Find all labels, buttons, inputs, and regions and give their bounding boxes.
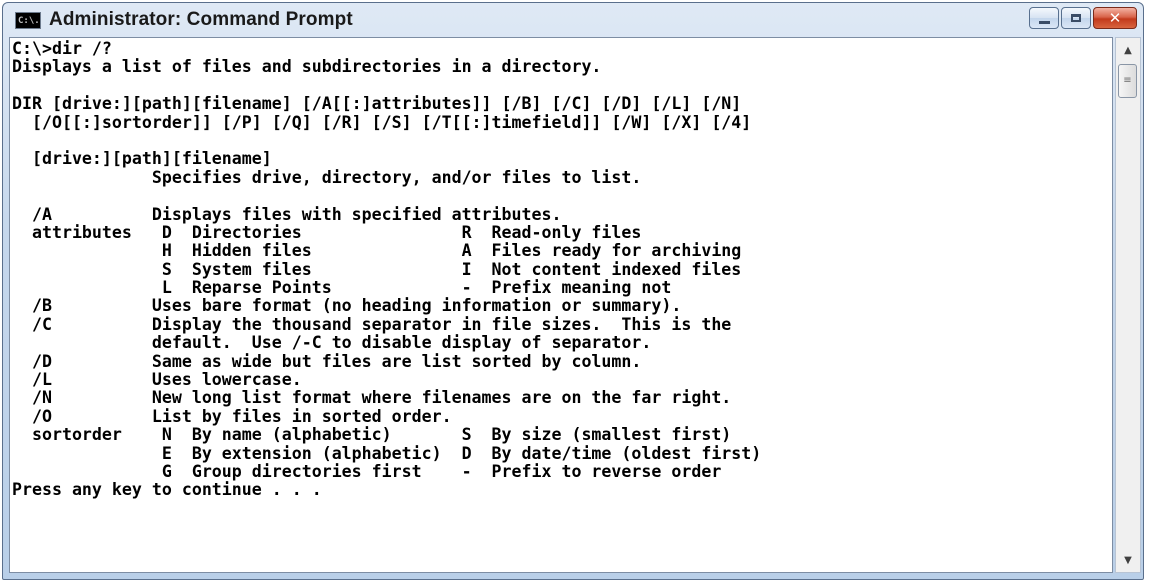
console-line: attributes D Directories R Read-only fil…	[12, 222, 642, 242]
console-line: G Group directories first - Prefix to re…	[12, 461, 722, 481]
console-line: S System files I Not content indexed fil…	[12, 259, 742, 279]
minimize-button[interactable]	[1029, 7, 1059, 29]
vertical-scrollbar[interactable]: ▲ ≡ ▼	[1115, 37, 1141, 573]
console-line: DIR [drive:][path][filename] [/A[[:]attr…	[12, 94, 742, 114]
scroll-thumb[interactable]: ≡	[1118, 64, 1137, 98]
console-line: /C Display the thousand separator in fil…	[12, 314, 732, 334]
console-line: /O List by files in sorted order.	[12, 406, 452, 426]
minimize-icon	[1038, 20, 1050, 24]
console-line: /D Same as wide but files are list sorte…	[12, 351, 642, 371]
console-line: sortorder N By name (alphabetic) S By si…	[12, 425, 732, 445]
close-button[interactable]: ✕	[1093, 7, 1137, 29]
console-text: C:\>dir /? Displays a list of files and s…	[10, 38, 1112, 500]
console-line: L Reparse Points - Prefix meaning not	[12, 278, 672, 298]
console-output[interactable]: C:\>dir /? Displays a list of files and s…	[9, 37, 1113, 573]
console-line: H Hidden files A Files ready for archivi…	[12, 241, 742, 261]
window-controls: ✕	[1029, 7, 1137, 29]
console-line: default. Use /-C to disable display of s…	[12, 333, 652, 353]
maximize-button[interactable]	[1061, 7, 1091, 29]
title-bar[interactable]: C:\. Administrator: Command Prompt ✕	[3, 3, 1143, 37]
console-line: /L Uses lowercase.	[12, 370, 302, 390]
console-line: Specifies drive, directory, and/or files…	[12, 167, 642, 187]
console-line: [/O[[:]sortorder]] [/P] [/Q] [/R] [/S] […	[12, 112, 752, 132]
scroll-down-arrow-icon[interactable]: ▼	[1116, 548, 1140, 572]
console-line: /A Displays files with specified attribu…	[12, 204, 562, 224]
window-title: Administrator: Command Prompt	[49, 9, 353, 30]
console-line: [drive:][path][filename]	[12, 149, 272, 169]
console-line: /N New long list format where filenames …	[12, 388, 732, 408]
console-line: /B Uses bare format (no heading informat…	[12, 296, 682, 316]
console-line: E By extension (alphabetic) D By date/ti…	[12, 443, 762, 463]
grip-icon: ≡	[1123, 75, 1132, 86]
scroll-up-arrow-icon[interactable]: ▲	[1116, 38, 1140, 62]
console-line: Press any key to continue . . .	[12, 480, 322, 500]
command-prompt-window: C:\. Administrator: Command Prompt ✕ C:\…	[2, 2, 1144, 580]
console-line: C:\>dir /?	[12, 39, 112, 58]
close-icon: ✕	[1108, 8, 1122, 27]
console-line: Displays a list of files and subdirector…	[12, 57, 602, 77]
maximize-icon	[1071, 14, 1081, 22]
command-prompt-icon[interactable]: C:\.	[15, 11, 41, 29]
